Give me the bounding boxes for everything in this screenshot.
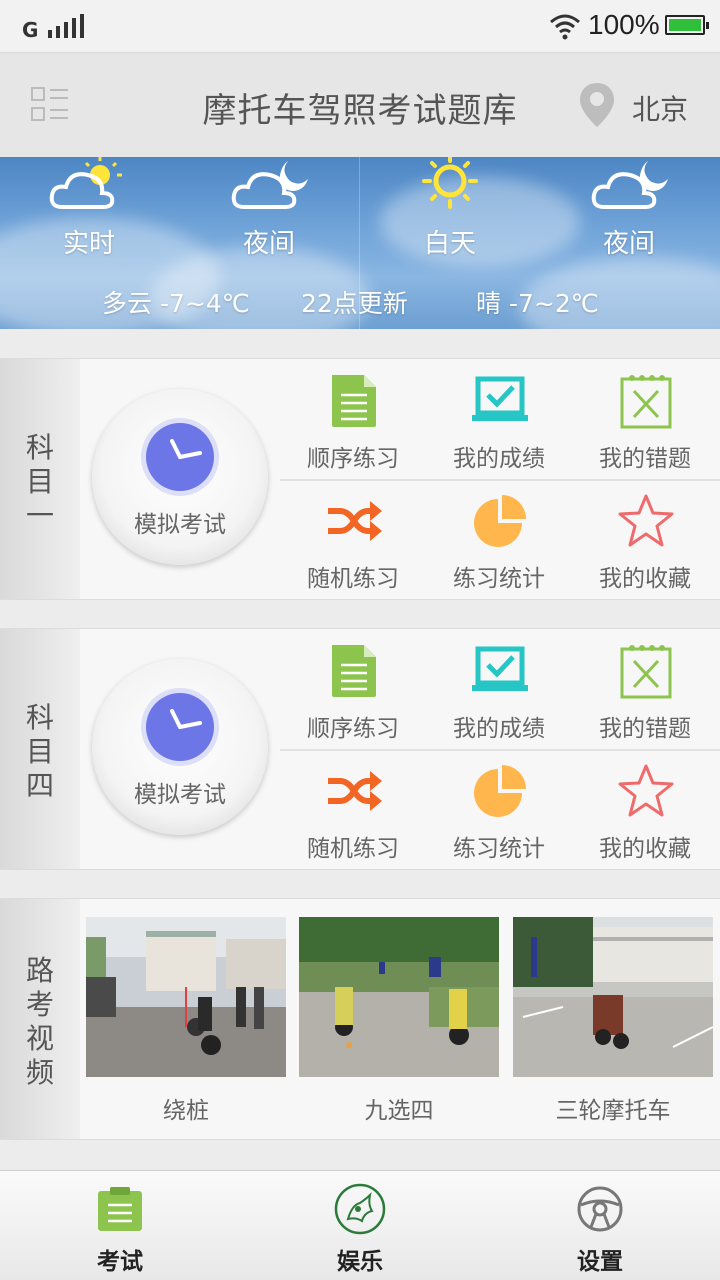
laptop-check-icon (472, 646, 528, 691)
location-pin-icon[interactable] (578, 81, 616, 129)
nav-exam[interactable]: 考试 (0, 1171, 240, 1280)
document-icon (332, 375, 376, 427)
battery-percent: 100% (588, 9, 660, 40)
mock-exam-button[interactable]: 模拟考试 (92, 389, 268, 565)
practice-stats-button[interactable]: 练习统计 (426, 481, 572, 599)
my-scores-button[interactable]: 我的成绩 (426, 361, 572, 479)
video-title[interactable]: 九选四 (299, 1091, 499, 1125)
road-test-videos-section: 路 考 视 频 绕桩 九选四 三轮摩托车 (0, 898, 720, 1140)
wrong-questions-button[interactable]: 我的错题 (572, 361, 718, 479)
clock-icon (146, 693, 214, 761)
star-icon (618, 494, 674, 547)
sun-icon (422, 157, 478, 209)
pie-chart-icon (474, 765, 526, 817)
network-type: G (22, 18, 39, 42)
video-thumbnail-tricycle[interactable] (513, 917, 713, 1077)
shuffle-icon (328, 771, 382, 811)
subject-one-section: 科 目 一 模拟考试 顺序练习 我的成绩 我的错题 随机练习 练习统计 我的收藏 (0, 358, 720, 600)
my-scores-button[interactable]: 我的成绩 (426, 631, 572, 749)
video-thumbnail-pole-weaving[interactable] (86, 917, 286, 1077)
weather-banner[interactable]: 实时 夜间 白天 夜间 多云 -7~4℃ 22点更新 晴 -7~2℃ (0, 157, 720, 329)
nav-settings[interactable]: 设置 (480, 1171, 720, 1280)
subject-four-label: 科 目 四 (0, 629, 80, 869)
document-icon (332, 645, 376, 697)
weather-label-night1: 夜间 (242, 229, 295, 259)
weather-tomorrow: 晴 -7~2℃ (476, 289, 599, 318)
sequential-practice-button[interactable]: 顺序练习 (280, 631, 426, 749)
random-practice-button[interactable]: 随机练习 (280, 481, 426, 599)
battery-icon (665, 15, 709, 35)
partly-cloudy-icon (49, 157, 122, 209)
pie-chart-icon (474, 495, 526, 547)
night-cloudy-icon (231, 161, 308, 209)
road-test-videos-label: 路 考 视 频 (0, 899, 80, 1139)
star-icon (618, 764, 674, 817)
weather-label-day: 白天 (423, 229, 476, 259)
city-selector[interactable]: 北京 (632, 88, 688, 128)
wrong-questions-icon (620, 375, 672, 429)
sequential-practice-button[interactable]: 顺序练习 (280, 361, 426, 479)
weather-today: 多云 -7~4℃ (102, 289, 250, 318)
video-title[interactable]: 绕桩 (86, 1091, 286, 1125)
steering-wheel-icon (577, 1186, 623, 1232)
video-title[interactable]: 三轮摩托车 (513, 1091, 713, 1125)
bottom-navigation: 考试 娱乐 设置 (0, 1170, 720, 1280)
my-favorites-button[interactable]: 我的收藏 (572, 751, 718, 869)
weather-update-time: 22点更新 (301, 289, 408, 318)
wrong-questions-button[interactable]: 我的错题 (572, 631, 718, 749)
signal-icon (48, 14, 88, 38)
shuffle-icon (328, 501, 382, 541)
app-header: 摩托车驾照考试题库 北京 (0, 52, 720, 157)
wrong-questions-icon (620, 645, 672, 699)
practice-stats-button[interactable]: 练习统计 (426, 751, 572, 869)
clock-icon (146, 423, 214, 491)
nav-entertainment[interactable]: 娱乐 (240, 1171, 480, 1280)
laptop-check-icon (472, 376, 528, 421)
subject-one-label: 科 目 一 (0, 359, 80, 599)
subject-four-section: 科 目 四 模拟考试 顺序练习 我的成绩 我的错题 随机练习 练习统计 我的收藏 (0, 628, 720, 870)
random-practice-button[interactable]: 随机练习 (280, 751, 426, 869)
my-favorites-button[interactable]: 我的收藏 (572, 481, 718, 599)
mock-exam-button[interactable]: 模拟考试 (92, 659, 268, 835)
weather-label-now: 实时 (62, 229, 115, 259)
night-cloudy-icon (591, 161, 668, 209)
exam-icon (98, 1187, 142, 1231)
weather-label-night2: 夜间 (602, 229, 655, 259)
wifi-icon (550, 14, 580, 40)
status-bar: G 100% (0, 0, 720, 52)
video-thumbnail-nine-choose-four[interactable] (299, 917, 499, 1077)
entertainment-icon (334, 1183, 386, 1235)
